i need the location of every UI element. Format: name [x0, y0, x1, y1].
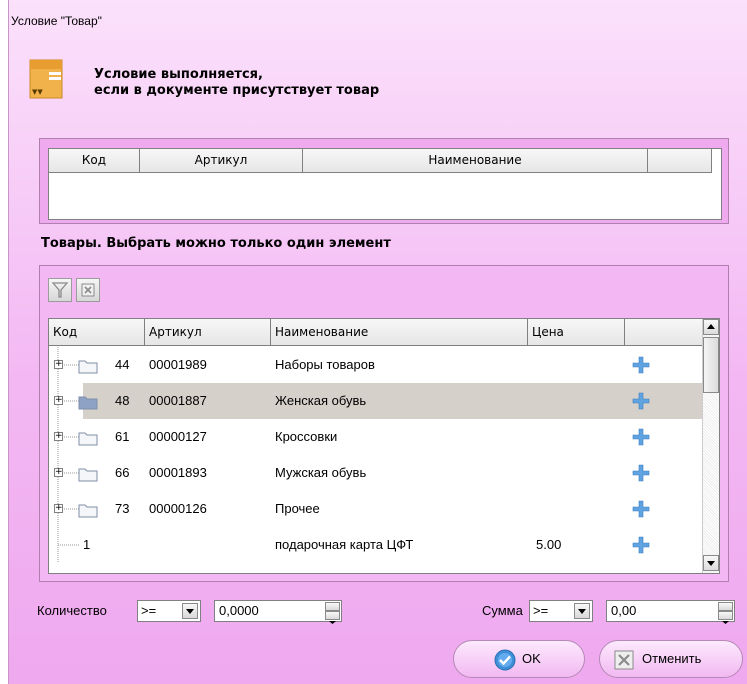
scroll-down-button[interactable] — [703, 555, 719, 571]
cell-code: 44 — [115, 357, 130, 372]
svg-text:▼▼: ▼▼ — [32, 88, 43, 96]
add-plus-icon[interactable] — [632, 500, 650, 518]
cancel-button-label: Отменить — [642, 651, 702, 666]
add-plus-icon[interactable] — [632, 536, 650, 554]
goods-panel: Код Артикул Наименование Цена +44 0000198… — [39, 265, 729, 582]
filter-button[interactable] — [48, 278, 72, 302]
goods-column-article[interactable]: Артикул — [145, 319, 271, 346]
sum-label: Сумма — [482, 603, 523, 618]
table-row[interactable]: +73 00000126 Прочее — [49, 491, 703, 527]
expand-toggle[interactable]: + — [54, 468, 63, 477]
sum-operator-value: >= — [533, 603, 549, 618]
chevron-down-icon — [578, 609, 586, 614]
column-article[interactable]: Артикул — [140, 149, 303, 173]
quantity-decrement-button[interactable] — [325, 611, 340, 624]
filter-icon — [51, 282, 69, 298]
window-title: Условие "Товар" — [11, 14, 102, 28]
header-description: Условие выполняется, если в документе пр… — [94, 67, 379, 99]
expand-toggle[interactable]: + — [54, 432, 63, 441]
quantity-operator-select[interactable]: >= — [137, 600, 201, 622]
folder-icon — [78, 432, 98, 446]
cell-price: 5.00 — [536, 537, 562, 552]
header-line-2: если в документе присутствует товар — [94, 83, 380, 98]
table-row[interactable]: +44 00001989 Наборы товаров — [49, 347, 703, 383]
goods-label: Товары. Выбрать можно только один элемен… — [41, 236, 391, 251]
folder-icon — [78, 396, 98, 410]
selected-items-grid[interactable]: Код Артикул Наименование — [48, 148, 722, 220]
quantity-label: Количество — [37, 603, 107, 618]
goods-column-code[interactable]: Код — [49, 319, 145, 346]
selected-items-table: Код Артикул Наименование — [39, 138, 729, 224]
sum-decrement-button[interactable] — [718, 611, 733, 624]
arrow-up-icon — [707, 324, 715, 329]
table-row[interactable]: 1 подарочная карта ЦФТ 5.00 — [49, 527, 703, 563]
vertical-scrollbar[interactable] — [702, 319, 719, 573]
clear-filter-icon — [81, 283, 95, 297]
column-code[interactable]: Код — [49, 149, 140, 173]
table-row[interactable]: +66 00001893 Мужская обувь — [49, 455, 703, 491]
ok-button[interactable]: OK — [453, 640, 585, 678]
ok-button-label: OK — [522, 651, 541, 666]
goods-column-name[interactable]: Наименование — [271, 319, 528, 346]
close-icon — [614, 650, 634, 670]
folder-icon — [78, 468, 98, 482]
goods-column-price[interactable]: Цена — [528, 319, 625, 346]
add-plus-icon[interactable] — [632, 428, 650, 446]
package-icon: ▼▼ — [29, 59, 63, 99]
folder-icon — [78, 360, 98, 374]
column-extra[interactable] — [648, 149, 712, 173]
cell-name: Кроссовки — [275, 429, 338, 444]
quantity-input[interactable]: 0,0000 — [214, 600, 342, 624]
add-plus-icon[interactable] — [632, 392, 650, 410]
add-plus-icon[interactable] — [632, 464, 650, 482]
scroll-up-button[interactable] — [703, 319, 719, 335]
table-row[interactable]: +48 00001887 Женская обувь — [49, 383, 703, 419]
cell-article: 00000126 — [149, 501, 207, 516]
goods-column-action[interactable] — [625, 319, 703, 346]
sum-value: 0,00 — [611, 603, 637, 618]
cell-code: 61 — [115, 429, 130, 444]
quantity-dropdown-button[interactable] — [182, 603, 198, 619]
header-line-1: Условие выполняется, — [94, 67, 263, 82]
cancel-button[interactable]: Отменить — [599, 640, 743, 678]
quantity-value: 0,0000 — [219, 603, 259, 618]
tree-line — [57, 527, 79, 563]
cell-code: 73 — [115, 501, 130, 516]
table-row[interactable]: +61 00000127 Кроссовки — [49, 419, 703, 455]
cell-name: Прочее — [275, 501, 320, 516]
cell-code: 48 — [115, 393, 130, 408]
condition-dialog: Условие "Товар" ▼▼ Условие выполняется, … — [8, 0, 747, 684]
spin-down-icon — [722, 621, 729, 624]
column-name[interactable]: Наименование — [303, 149, 648, 173]
sum-dropdown-button[interactable] — [574, 603, 590, 619]
cell-code: 66 — [115, 465, 130, 480]
quantity-operator-value: >= — [141, 603, 157, 618]
goods-grid[interactable]: Код Артикул Наименование Цена +44 0000198… — [48, 318, 720, 574]
cell-article: 00001989 — [149, 357, 207, 372]
add-plus-icon[interactable] — [632, 356, 650, 374]
cell-name: подарочная карта ЦФТ — [275, 537, 414, 552]
sum-input[interactable]: 0,00 — [606, 600, 735, 624]
expand-toggle[interactable]: + — [54, 360, 63, 369]
folder-icon — [78, 504, 98, 518]
cell-article: 00000127 — [149, 429, 207, 444]
chevron-down-icon — [186, 609, 194, 614]
cell-code: 1 — [83, 537, 91, 552]
expand-toggle[interactable]: + — [54, 396, 63, 405]
clear-filter-button[interactable] — [76, 278, 100, 302]
cell-article: 00001887 — [149, 393, 207, 408]
cell-name: Наборы товаров — [275, 357, 375, 372]
expand-toggle[interactable]: + — [54, 504, 63, 513]
sum-increment-button[interactable] — [718, 602, 733, 615]
sum-operator-select[interactable]: >= — [529, 600, 593, 622]
check-icon — [494, 649, 516, 671]
spin-down-icon — [329, 621, 336, 624]
quantity-increment-button[interactable] — [325, 602, 340, 615]
cell-name: Женская обувь — [275, 393, 367, 408]
cell-name: Мужская обувь — [275, 465, 367, 480]
scroll-thumb[interactable] — [703, 337, 719, 393]
arrow-down-icon — [707, 561, 715, 566]
cell-article: 00001893 — [149, 465, 207, 480]
